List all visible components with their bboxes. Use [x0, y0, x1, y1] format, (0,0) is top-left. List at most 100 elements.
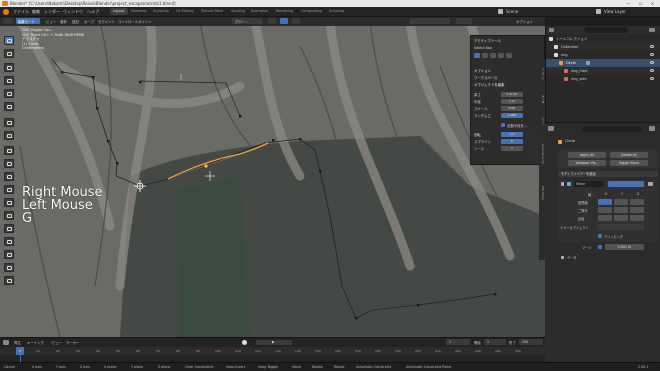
menu-marker[interactable]: マーカー — [66, 340, 80, 345]
visibility-eye-icon[interactable] — [650, 69, 654, 72]
mirror-object-field[interactable] — [598, 224, 644, 230]
workspace-tab-layout[interactable]: Layout — [110, 8, 128, 15]
outliner-search-input[interactable] — [584, 27, 628, 33]
menu-select[interactable]: 選択 — [60, 19, 67, 24]
menu-help[interactable]: ヘルプ — [87, 9, 99, 15]
workspace-tab-uv-editing[interactable]: UV Editing — [173, 8, 197, 15]
active-tool-section[interactable]: アクティブツール — [474, 38, 541, 44]
workspace-tab-texture-paint[interactable]: Texture Paint — [198, 8, 226, 15]
param-field[interactable]: 1.0 cm — [501, 92, 523, 97]
pivot-button[interactable] — [268, 18, 276, 24]
properties-editor-icon[interactable] — [548, 126, 554, 131]
viewport-shading-group[interactable] — [410, 18, 450, 24]
outliner-item[interactable]: img — [546, 51, 660, 59]
menu-keying[interactable]: キーイング — [27, 340, 44, 345]
workspace-tab-modeling[interactable]: Modeling — [128, 8, 149, 15]
close-icon[interactable] — [648, 182, 653, 186]
overlays-button[interactable] — [456, 18, 472, 24]
timeline-editor-icon[interactable] — [3, 340, 9, 345]
viewport-vis-button[interactable]: Viewport Vis… — [568, 160, 606, 166]
randomize-tool[interactable] — [4, 198, 14, 207]
axis-x-toggle[interactable] — [598, 199, 612, 205]
view-layer-selector[interactable]: View Layer — [604, 9, 626, 14]
smooth-tool[interactable] — [4, 250, 14, 259]
end-frame-field[interactable]: 250 — [519, 339, 543, 345]
pin-icon[interactable] — [649, 126, 655, 131]
cursor-tool[interactable] — [4, 49, 14, 58]
modifier-visibility-toggles[interactable] — [608, 181, 644, 187]
menu-file[interactable]: ファイル — [13, 9, 29, 15]
outliner-editor-icon[interactable] — [549, 28, 554, 32]
workspace-tab-shading[interactable]: Shading — [228, 8, 248, 15]
delete-all-button[interactable]: Delete All — [610, 152, 648, 158]
workspace-tab-sculpting[interactable]: Sculpting — [150, 8, 172, 15]
select-mode-new-button[interactable] — [474, 53, 480, 58]
push-pull-tool[interactable] — [4, 237, 14, 246]
menu-window[interactable]: ウィンドウ — [63, 9, 83, 15]
options-section[interactable]: オプション — [474, 68, 541, 74]
to-sphere-tool[interactable] — [4, 263, 14, 272]
select-mode-invert-button[interactable] — [498, 53, 504, 58]
pen-tool[interactable] — [4, 276, 14, 285]
workspace-tab-compositing[interactable]: Compositing — [298, 8, 325, 15]
object-name[interactable]: Circle — [565, 139, 575, 143]
axis-y-toggle[interactable] — [614, 199, 628, 205]
maximize-button[interactable]: ☐ — [636, 0, 645, 7]
workspace-section[interactable]: ワークスペース — [474, 75, 541, 81]
tilt-tool[interactable] — [4, 185, 14, 194]
outliner-scene-collection[interactable]: シーンコレクション — [546, 35, 660, 43]
param-field[interactable]: 1.0 — [501, 132, 523, 137]
apply-all-button[interactable]: Apply All — [568, 152, 606, 158]
clipping-checkbox[interactable] — [598, 234, 602, 238]
snap-toggle[interactable] — [280, 18, 288, 24]
frame-ruler[interactable]: 10 20 30 40 50 60 70 80 90 100 110 120 1… — [0, 347, 545, 355]
blender-menu-icon[interactable] — [3, 9, 9, 15]
add-modifier-dropdown[interactable]: モディファイアーを追加 — [558, 171, 658, 177]
visibility-eye-icon[interactable] — [650, 61, 654, 64]
param-field[interactable]: 0.00 — [501, 106, 523, 111]
menu-curve[interactable]: カーブ — [84, 19, 94, 24]
bisect-z-toggle[interactable] — [630, 207, 644, 213]
data-subpanel[interactable]: データ — [558, 254, 658, 262]
menu-playback[interactable]: 再生 — [14, 340, 21, 345]
menu-add[interactable]: 追加 — [72, 19, 79, 24]
bisect-y-toggle[interactable] — [614, 207, 628, 213]
select-box-tool[interactable] — [4, 36, 14, 45]
measure-tool[interactable] — [4, 131, 14, 140]
outliner-item-selected[interactable]: Circle — [546, 59, 660, 67]
outliner-item[interactable]: Collection — [546, 43, 660, 51]
outliner-item[interactable]: img_front — [546, 67, 660, 75]
edit-object-section[interactable]: オブジェクトを編集 — [474, 82, 541, 88]
scene-selector[interactable]: Scene — [506, 9, 518, 14]
playhead[interactable]: 1 — [16, 347, 24, 355]
extrude-tool[interactable] — [4, 159, 14, 168]
workspace-tab-rendering[interactable]: Rendering — [273, 8, 296, 15]
properties-search-input[interactable] — [582, 126, 642, 132]
filter-icon[interactable] — [649, 28, 655, 32]
rotate-tool[interactable] — [4, 76, 14, 85]
current-frame-field[interactable]: 1 — [446, 339, 470, 345]
merge-distance-field[interactable]: 0.001 m — [605, 244, 644, 250]
param-field[interactable]: 1 — [501, 146, 523, 151]
visibility-eye-icon[interactable] — [650, 77, 654, 80]
collapse-chevron-icon[interactable] — [561, 182, 564, 186]
flip-z-toggle[interactable] — [630, 215, 644, 221]
transform-tool[interactable] — [4, 102, 14, 111]
menu-edit[interactable]: 編集 — [32, 9, 40, 15]
auto-radius-checkbox[interactable] — [501, 123, 505, 127]
close-button[interactable]: ✕ — [648, 0, 657, 7]
workspace-tab-animation[interactable]: Animation — [248, 8, 271, 15]
mode-selector[interactable]: 編集モード — [16, 18, 40, 24]
shrink-fatten-tool[interactable] — [4, 211, 14, 220]
transform-orientation-dropdown[interactable]: グロー… — [232, 18, 262, 24]
merge-checkbox[interactable] — [598, 245, 602, 249]
select-mode-extend-button[interactable] — [482, 53, 488, 58]
menu-render[interactable]: レンダー — [44, 9, 60, 15]
param-field[interactable]: 6 — [501, 139, 523, 144]
modifier-name-field[interactable]: Mirror — [574, 181, 604, 187]
start-frame-field[interactable]: 1 — [484, 339, 506, 345]
axis-z-toggle[interactable] — [630, 199, 644, 205]
menu-segment[interactable]: セグメント — [98, 19, 115, 24]
workspace-tab-scripting[interactable]: Scripting — [326, 8, 347, 15]
expand-chevron-icon[interactable] — [561, 256, 564, 259]
